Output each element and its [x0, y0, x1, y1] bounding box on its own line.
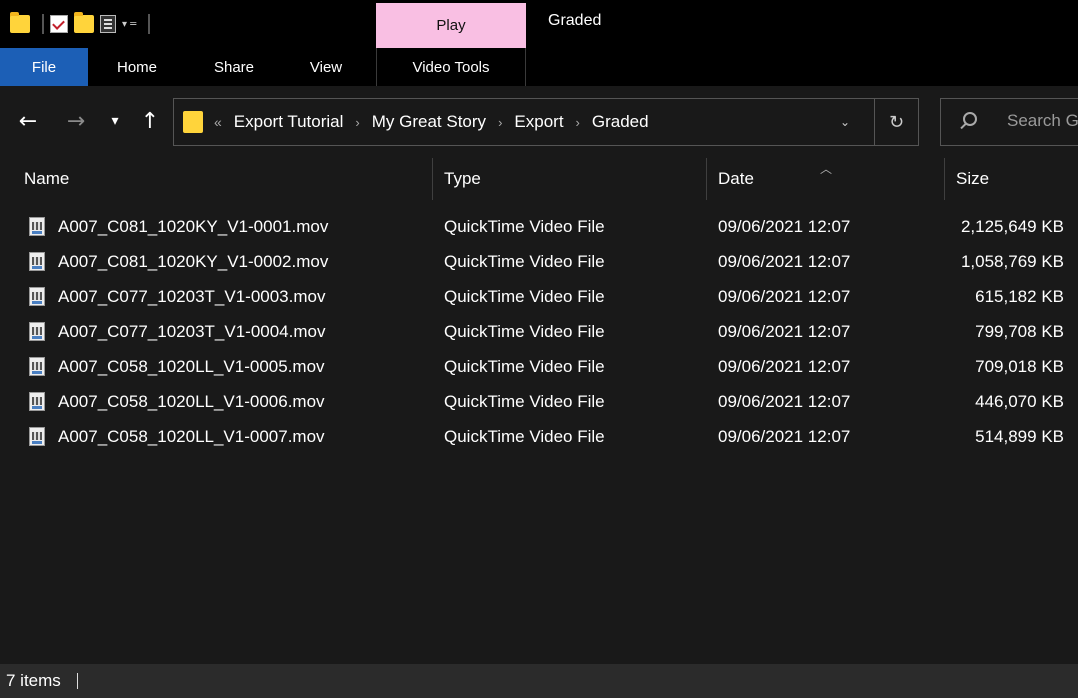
- play-contextual-tab[interactable]: Play: [376, 3, 526, 48]
- status-separator: [76, 673, 78, 689]
- file-date: 09/06/2021 12:07: [718, 287, 851, 306]
- video-file-icon: [29, 217, 45, 236]
- video-file-icon: [29, 287, 45, 306]
- search-input[interactable]: Search G: [940, 98, 1078, 146]
- column-headers: Name Type Date Size: [0, 156, 1078, 202]
- properties-icon[interactable]: [100, 15, 116, 33]
- tab-file[interactable]: File: [0, 48, 88, 86]
- column-divider[interactable]: [944, 158, 945, 200]
- customize-toolbar-icon[interactable]: ▾ ═: [122, 19, 136, 30]
- breadcrumb: « Export Tutorial › My Great Story › Exp…: [214, 99, 649, 145]
- file-name[interactable]: A007_C077_10203T_V1-0004.mov: [58, 315, 325, 349]
- file-size: 709,018 KB: [975, 357, 1064, 376]
- column-divider[interactable]: [432, 158, 433, 200]
- file-date: 09/06/2021 12:07: [718, 357, 851, 376]
- breadcrumb-graded[interactable]: Graded: [592, 112, 649, 132]
- file-type: QuickTime Video File: [444, 357, 605, 376]
- back-arrow-icon[interactable]: ←: [14, 106, 42, 136]
- address-dropdown-icon[interactable]: ⌄: [834, 111, 856, 133]
- file-type: QuickTime Video File: [444, 392, 605, 411]
- recent-locations-chevron-icon[interactable]: ▾: [104, 106, 126, 136]
- table-row[interactable]: A007_C058_1020LL_V1-0007.mov QuickTime V…: [0, 420, 1078, 454]
- breadcrumb-export[interactable]: Export: [514, 112, 563, 132]
- table-row[interactable]: A007_C081_1020KY_V1-0001.mov QuickTime V…: [0, 210, 1078, 244]
- video-file-icon: [29, 252, 45, 271]
- table-row[interactable]: A007_C081_1020KY_V1-0002.mov QuickTime V…: [0, 245, 1078, 279]
- table-row[interactable]: A007_C077_10203T_V1-0004.mov QuickTime V…: [0, 315, 1078, 349]
- file-size: 615,182 KB: [975, 287, 1064, 306]
- tab-home[interactable]: Home: [100, 48, 174, 86]
- new-folder-icon[interactable]: [74, 12, 94, 33]
- video-file-icon: [29, 357, 45, 376]
- overflow-chevron-icon[interactable]: «: [214, 114, 222, 130]
- sort-ascending-icon: ︿: [820, 162, 833, 176]
- tab-share[interactable]: Share: [196, 48, 272, 86]
- refresh-icon[interactable]: ↻: [874, 99, 918, 145]
- file-date: 09/06/2021 12:07: [718, 322, 851, 341]
- folder-icon: [183, 111, 203, 133]
- file-name[interactable]: A007_C058_1020LL_V1-0006.mov: [58, 385, 325, 419]
- file-date: 09/06/2021 12:07: [718, 427, 851, 446]
- properties-check-icon[interactable]: [50, 15, 68, 33]
- breadcrumb-separator-icon[interactable]: ›: [576, 115, 580, 130]
- file-name[interactable]: A007_C081_1020KY_V1-0002.mov: [58, 245, 328, 279]
- file-name[interactable]: A007_C081_1020KY_V1-0001.mov: [58, 210, 328, 244]
- folder-icon[interactable]: [10, 12, 30, 33]
- address-bar[interactable]: « Export Tutorial › My Great Story › Exp…: [173, 98, 919, 146]
- column-header-name[interactable]: Name: [24, 156, 69, 202]
- file-type: QuickTime Video File: [444, 322, 605, 341]
- breadcrumb-export-tutorial[interactable]: Export Tutorial: [234, 112, 344, 132]
- file-size: 2,125,649 KB: [960, 217, 1064, 236]
- file-size: 799,708 KB: [975, 322, 1064, 341]
- table-row[interactable]: A007_C058_1020LL_V1-0006.mov QuickTime V…: [0, 385, 1078, 419]
- search-placeholder: Search G: [1007, 111, 1078, 130]
- status-bar: 7 items: [0, 664, 1078, 698]
- file-type: QuickTime Video File: [444, 217, 605, 236]
- up-arrow-icon[interactable]: ↑: [136, 106, 164, 136]
- video-file-icon: [29, 392, 45, 411]
- video-file-icon: [29, 427, 45, 446]
- search-icon: [963, 112, 977, 126]
- file-name[interactable]: A007_C077_10203T_V1-0003.mov: [58, 280, 325, 314]
- file-size: 514,899 KB: [975, 427, 1064, 446]
- title-bar: ▾ ═ Play Graded: [0, 0, 1078, 48]
- table-row[interactable]: A007_C058_1020LL_V1-0005.mov QuickTime V…: [0, 350, 1078, 384]
- file-date: 09/06/2021 12:07: [718, 217, 851, 236]
- table-row[interactable]: A007_C077_10203T_V1-0003.mov QuickTime V…: [0, 280, 1078, 314]
- quick-access-toolbar: ▾ ═: [0, 0, 156, 48]
- ribbon-tabs: File Home Share View Video Tools: [0, 48, 1078, 86]
- file-name[interactable]: A007_C058_1020LL_V1-0005.mov: [58, 350, 325, 384]
- separator: [148, 14, 151, 34]
- file-date: 09/06/2021 12:07: [718, 252, 851, 271]
- file-type: QuickTime Video File: [444, 252, 605, 271]
- file-type: QuickTime Video File: [444, 287, 605, 306]
- forward-arrow-icon[interactable]: →: [62, 106, 90, 136]
- file-date: 09/06/2021 12:07: [718, 392, 851, 411]
- item-count: 7 items: [6, 671, 61, 690]
- file-name[interactable]: A007_C058_1020LL_V1-0007.mov: [58, 420, 325, 454]
- video-file-icon: [29, 322, 45, 341]
- window-title: Graded: [548, 12, 602, 29]
- separator: [42, 14, 44, 34]
- column-divider[interactable]: [706, 158, 707, 200]
- column-header-type[interactable]: Type: [444, 156, 481, 202]
- tab-view[interactable]: View: [294, 48, 358, 86]
- breadcrumb-separator-icon[interactable]: ›: [355, 115, 359, 130]
- tab-video-tools[interactable]: Video Tools: [376, 48, 526, 86]
- breadcrumb-my-great-story[interactable]: My Great Story: [372, 112, 486, 132]
- file-size: 446,070 KB: [975, 392, 1064, 411]
- column-header-size[interactable]: Size: [956, 156, 989, 202]
- breadcrumb-separator-icon[interactable]: ›: [498, 115, 502, 130]
- file-size: 1,058,769 KB: [960, 252, 1064, 271]
- column-header-date[interactable]: Date: [718, 156, 754, 202]
- file-type: QuickTime Video File: [444, 427, 605, 446]
